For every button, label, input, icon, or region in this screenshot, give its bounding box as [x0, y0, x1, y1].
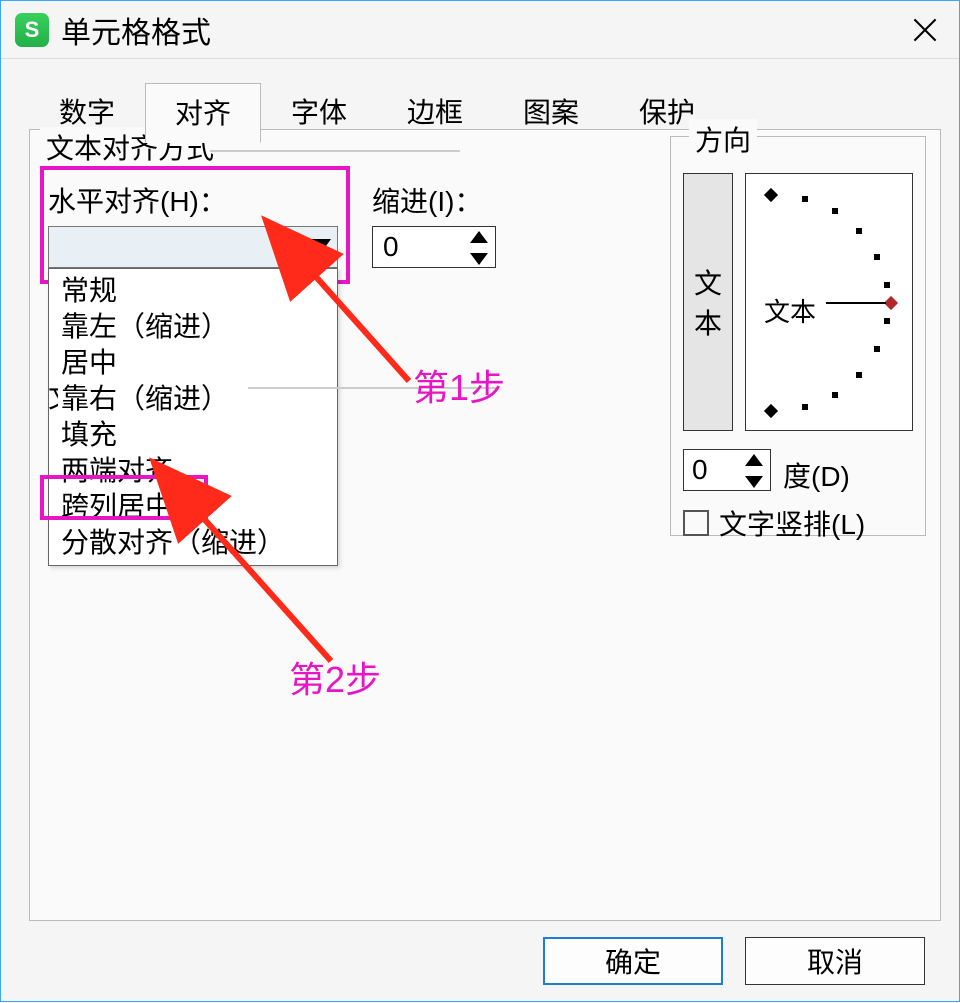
spinner-icon[interactable]	[465, 229, 493, 267]
annotation-box-step1	[40, 166, 350, 284]
panel-alignment: 文本对齐方式 水平对齐(H)： 缩进(I)： 0 常规 靠左（缩进） 居中 靠右…	[29, 129, 941, 921]
dial-text: 文本	[764, 292, 816, 329]
indent-spinner[interactable]: 0	[372, 226, 496, 268]
orientation-group: 方向 文 本	[670, 136, 926, 536]
text-control-line	[248, 387, 498, 389]
option-fill[interactable]: 填充	[49, 417, 337, 453]
option-center[interactable]: 居中	[49, 345, 337, 381]
cancel-button[interactable]: 取消	[745, 937, 925, 985]
window-title: 单元格格式	[61, 8, 211, 52]
orientation-label: 方向	[689, 119, 757, 159]
degree-value: 0	[692, 454, 708, 486]
option-left-indent[interactable]: 靠左（缩进）	[49, 309, 337, 345]
option-general[interactable]: 常规	[49, 273, 337, 309]
vbox-char1: 文	[694, 262, 722, 302]
vbox-char2: 本	[694, 302, 722, 342]
group-line	[210, 150, 460, 152]
indent-value: 0	[383, 231, 399, 263]
ok-button[interactable]: 确定	[543, 937, 723, 985]
indent-label: 缩进(I)：	[372, 180, 482, 220]
checkbox-icon	[683, 510, 709, 536]
tab-alignment[interactable]: 对齐	[145, 83, 261, 143]
titlebar: 单元格格式	[1, 1, 959, 59]
halign-options-list: 常规 靠左（缩进） 居中 靠右（缩进） 填充 两端对齐 跨列居中 分散对齐（缩进…	[48, 268, 338, 566]
degree-label: 度(D)	[783, 455, 850, 495]
orientation-dial[interactable]: 文本	[745, 173, 913, 431]
option-distributed[interactable]: 分散对齐（缩进）	[49, 525, 337, 561]
orientation-vertical-box[interactable]: 文 本	[683, 173, 733, 431]
degree-spinner[interactable]: 0	[683, 449, 771, 491]
annotation-box-step2	[40, 475, 208, 520]
vertical-text-label: 文字竖排(L)	[719, 503, 865, 543]
vertical-text-checkbox[interactable]: 文字竖排(L)	[683, 503, 865, 543]
close-icon[interactable]	[905, 10, 945, 50]
app-icon	[15, 13, 49, 47]
spinner-icon[interactable]	[740, 452, 768, 490]
text-control-label: 文	[48, 376, 58, 416]
